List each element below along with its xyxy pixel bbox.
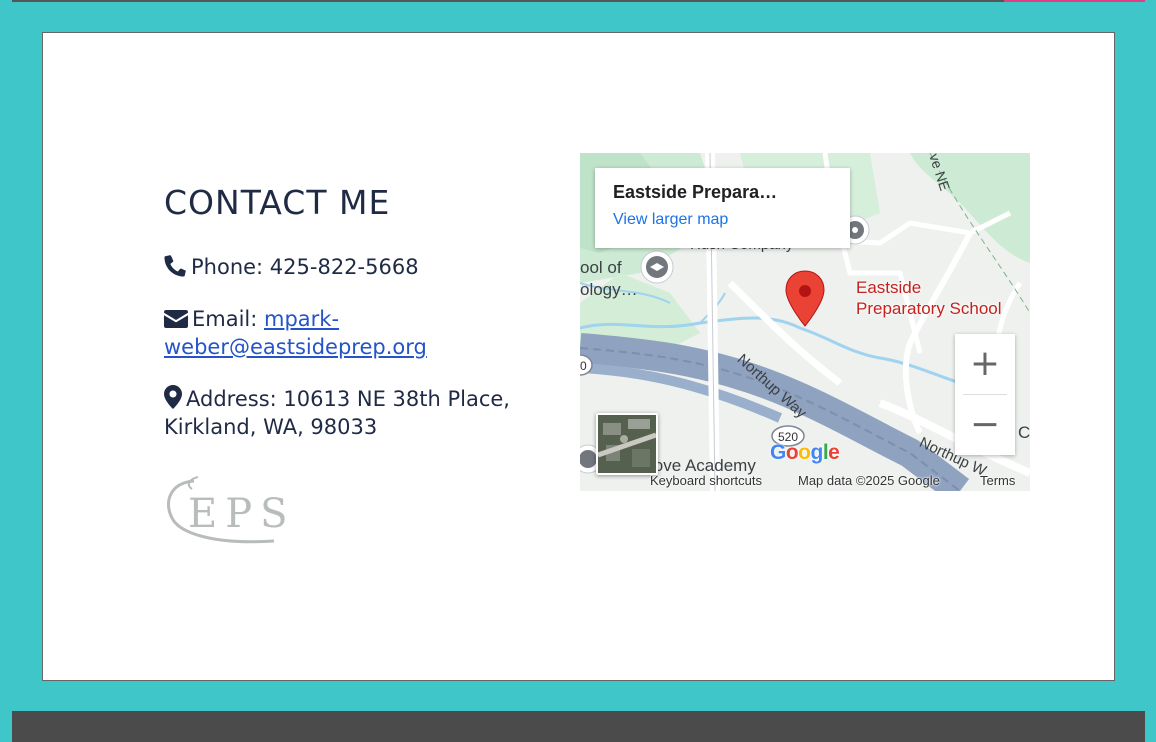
top-accent-bar xyxy=(1004,0,1145,2)
zoom-in-button[interactable]: + xyxy=(955,334,1015,394)
marker-label[interactable]: Eastside Preparatory School xyxy=(856,277,1002,319)
map-marker-icon xyxy=(164,385,182,409)
view-larger-map-link[interactable]: View larger map xyxy=(613,211,832,229)
map-footer: Keyboard shortcuts Map data ©2025 Google… xyxy=(640,473,1030,491)
envelope-icon xyxy=(164,310,188,328)
zoom-out-button[interactable]: − xyxy=(955,395,1015,455)
marker-label-line2: Preparatory School xyxy=(856,299,1002,318)
school-poi-icon[interactable] xyxy=(640,250,674,284)
poi-label-school-of: ool of xyxy=(580,258,622,277)
email-label: Email: xyxy=(192,307,265,331)
keyboard-shortcuts-link[interactable]: Keyboard shortcuts xyxy=(650,473,762,488)
poi-label-ology: ology… xyxy=(580,280,638,299)
map-data-attribution: Map data ©2025 Google xyxy=(798,473,940,488)
eps-logo: EPS xyxy=(167,476,289,544)
marker-label-line1: Eastside xyxy=(856,278,922,297)
address-line: Address: 10613 NE 38th Place, Kirkland, … xyxy=(164,385,534,441)
satellite-thumbnail-icon xyxy=(598,415,656,473)
google-logo: Google xyxy=(770,441,840,464)
embedded-map[interactable]: Northup Way Northup W ve NE ool of ology… xyxy=(580,153,1030,491)
phone-line: Phone: 425-822-5668 xyxy=(164,253,534,281)
zoom-control: + − xyxy=(955,334,1015,455)
place-card: Eastside Prepara… View larger map xyxy=(595,168,850,248)
route-left-label: 0 xyxy=(580,359,587,373)
poi-label-c: C xyxy=(1018,423,1030,442)
contact-card: CONTACT ME Phone: 425-822-5668 Email: mp… xyxy=(42,32,1115,681)
phone-text: Phone: 425-822-5668 xyxy=(191,255,419,279)
top-divider xyxy=(12,0,1004,2)
address-text: Address: 10613 NE 38th Place, Kirkland, … xyxy=(164,387,510,439)
place-name: Eastside Prepara… xyxy=(613,182,778,202)
page-footer xyxy=(12,711,1145,742)
page-title: CONTACT ME xyxy=(164,183,391,222)
logo-text: EPS xyxy=(188,491,289,537)
email-line: Email: mpark-weber@eastsideprep.org xyxy=(164,305,534,361)
terms-link[interactable]: Terms xyxy=(980,473,1015,488)
phone-icon xyxy=(164,255,187,277)
satellite-layer-toggle[interactable] xyxy=(596,413,658,475)
